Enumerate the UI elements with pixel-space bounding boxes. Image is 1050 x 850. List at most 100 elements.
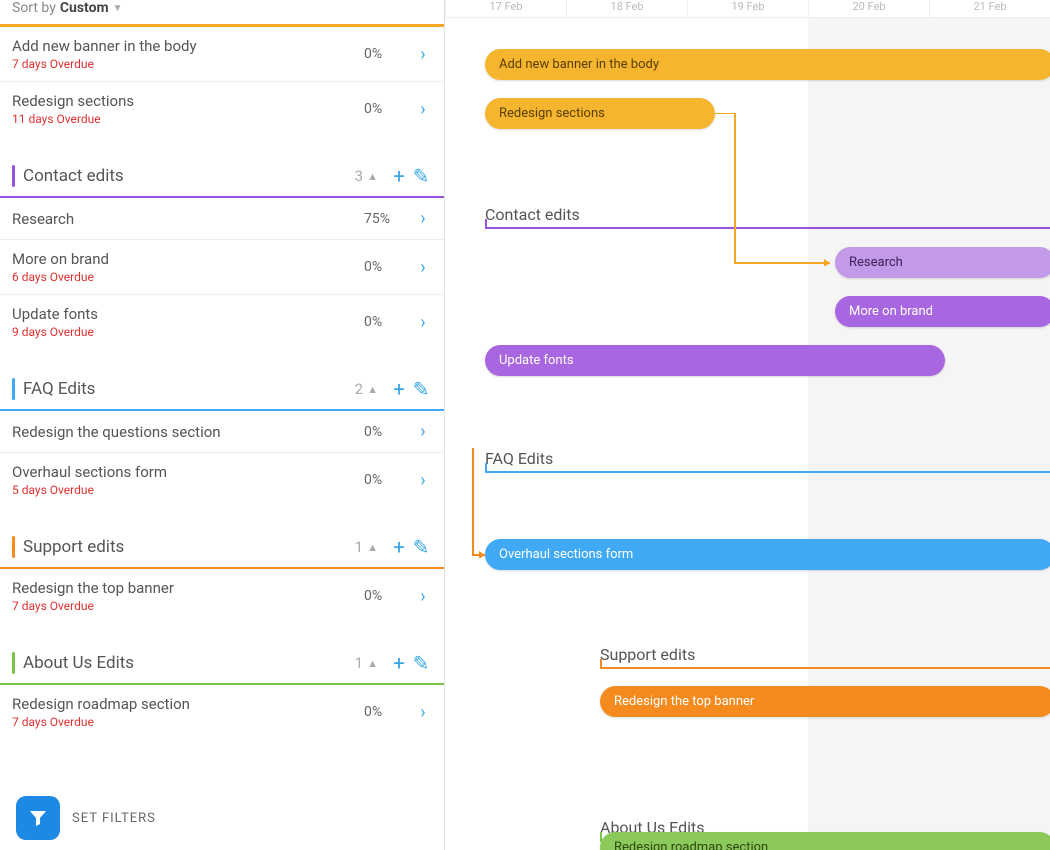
- task-row[interactable]: Redesign sections11 days Overdue0%›: [0, 81, 444, 136]
- overdue-label: 9 days Overdue: [12, 325, 364, 339]
- add-task-button[interactable]: +: [388, 164, 410, 188]
- group-count: 2: [355, 380, 363, 398]
- sort-label: Sort by: [12, 0, 56, 16]
- task-name: More on brand6 days Overdue: [12, 250, 364, 284]
- group-color-bar: [12, 165, 15, 187]
- group-count: 1: [355, 538, 363, 556]
- date-cell: 19 Feb: [687, 0, 808, 17]
- gantt-group-line: [600, 667, 1050, 669]
- caret-up-icon: ▲: [367, 657, 378, 670]
- group-support: Support edits 1 ▲ + ✎ Redesign the top b…: [0, 527, 444, 623]
- group-contact: Contact edits 3 ▲ + ✎ Research75%›More o…: [0, 156, 444, 349]
- group-title: FAQ Edits: [23, 379, 355, 399]
- add-task-button[interactable]: +: [388, 651, 410, 675]
- date-cell: 20 Feb: [808, 0, 929, 17]
- chevron-right-icon[interactable]: ›: [414, 257, 432, 278]
- gantt-bar[interactable]: Overhaul sections form: [485, 539, 1050, 570]
- gantt-bar[interactable]: Redesign the top banner: [600, 686, 1050, 717]
- group-title: Contact edits: [23, 166, 355, 186]
- task-row[interactable]: Research75%›: [0, 198, 444, 239]
- timeline-body[interactable]: Contact editsFAQ EditsSupport editsAbout…: [445, 18, 1050, 848]
- edit-group-button[interactable]: ✎: [410, 535, 432, 559]
- task-progress: 0%: [364, 259, 414, 275]
- task-row[interactable]: Redesign roadmap section7 days Overdue0%…: [0, 685, 444, 739]
- task-name: Add new banner in the body7 days Overdue: [12, 37, 364, 71]
- task-name: Update fonts9 days Overdue: [12, 305, 364, 339]
- group-header-about[interactable]: About Us Edits 1 ▲ + ✎: [0, 643, 444, 685]
- overdue-label: 6 days Overdue: [12, 270, 364, 284]
- edit-group-button[interactable]: ✎: [410, 377, 432, 401]
- task-row[interactable]: Redesign the questions section0%›: [0, 411, 444, 452]
- gantt-bar[interactable]: Research: [835, 247, 1050, 278]
- task-row[interactable]: Overhaul sections form5 days Overdue0%›: [0, 452, 444, 507]
- gantt-group-line: [485, 471, 1050, 473]
- task-name: Redesign roadmap section7 days Overdue: [12, 695, 364, 729]
- task-name: Redesign sections11 days Overdue: [12, 92, 364, 126]
- gantt-bar[interactable]: Redesign sections: [485, 98, 715, 129]
- set-filters-button[interactable]: SET FILTERS: [16, 796, 156, 840]
- task-name: Research: [12, 210, 364, 228]
- caret-up-icon: ▲: [367, 383, 378, 396]
- task-list-panel: Sort by Custom ▼ Add new banner in the b…: [0, 0, 445, 850]
- group-count: 3: [355, 167, 363, 185]
- group-header-contact[interactable]: Contact edits 3 ▲ + ✎: [0, 156, 444, 198]
- chevron-right-icon[interactable]: ›: [414, 99, 432, 120]
- dependency-line: [715, 113, 850, 266]
- group-top: Add new banner in the body7 days Overdue…: [0, 24, 444, 136]
- filter-icon: [16, 796, 60, 840]
- chevron-right-icon[interactable]: ›: [414, 208, 432, 229]
- overdue-label: 7 days Overdue: [12, 715, 364, 729]
- overdue-label: 11 days Overdue: [12, 112, 364, 126]
- overdue-label: 5 days Overdue: [12, 483, 364, 497]
- filter-label: SET FILTERS: [72, 811, 156, 826]
- task-row[interactable]: Update fonts9 days Overdue0%›: [0, 294, 444, 349]
- task-row[interactable]: More on brand6 days Overdue0%›: [0, 239, 444, 294]
- task-progress: 0%: [364, 424, 414, 440]
- chevron-right-icon[interactable]: ›: [414, 470, 432, 491]
- group-header-faq[interactable]: FAQ Edits 2 ▲ + ✎: [0, 369, 444, 411]
- sort-control[interactable]: Sort by Custom ▼: [0, 0, 444, 24]
- gantt-bar[interactable]: Update fonts: [485, 345, 945, 376]
- group-color-bar: [12, 378, 15, 400]
- sort-value: Custom: [60, 0, 109, 16]
- add-task-button[interactable]: +: [388, 535, 410, 559]
- chevron-right-icon[interactable]: ›: [414, 421, 432, 442]
- gantt-bar[interactable]: Add new banner in the body: [485, 49, 1050, 80]
- edit-group-button[interactable]: ✎: [410, 164, 432, 188]
- task-progress: 0%: [364, 472, 414, 488]
- overdue-label: 7 days Overdue: [12, 57, 364, 71]
- task-progress: 0%: [364, 588, 414, 604]
- gantt-group-label: Contact edits: [485, 205, 580, 224]
- chevron-right-icon[interactable]: ›: [414, 702, 432, 723]
- edit-group-button[interactable]: ✎: [410, 651, 432, 675]
- task-progress: 75%: [364, 211, 414, 227]
- date-cell: 21 Feb: [929, 0, 1050, 17]
- date-cell: 18 Feb: [566, 0, 687, 17]
- caret-up-icon: ▲: [367, 541, 378, 554]
- dependency-line: [463, 448, 493, 558]
- date-cell: 17 Feb: [445, 0, 566, 17]
- group-title: Support edits: [23, 537, 355, 557]
- group-color-bar: [12, 536, 15, 558]
- add-task-button[interactable]: +: [388, 377, 410, 401]
- task-row[interactable]: Redesign the top banner7 days Overdue0%›: [0, 569, 444, 623]
- overdue-label: 7 days Overdue: [12, 599, 364, 613]
- task-row[interactable]: Add new banner in the body7 days Overdue…: [0, 27, 444, 81]
- chevron-right-icon[interactable]: ›: [414, 586, 432, 607]
- gantt-bar[interactable]: More on brand: [835, 296, 1050, 327]
- task-progress: 0%: [364, 314, 414, 330]
- gantt-bar[interactable]: Redesign roadmap section: [600, 832, 1050, 850]
- group-color-bar: [12, 652, 15, 674]
- chevron-right-icon[interactable]: ›: [414, 312, 432, 333]
- chevron-right-icon[interactable]: ›: [414, 44, 432, 65]
- group-faq: FAQ Edits 2 ▲ + ✎ Redesign the questions…: [0, 369, 444, 507]
- gantt-panel: 17 Feb 18 Feb 19 Feb 20 Feb 21 Feb Conta…: [445, 0, 1050, 850]
- group-header-support[interactable]: Support edits 1 ▲ + ✎: [0, 527, 444, 569]
- task-name: Redesign the top banner7 days Overdue: [12, 579, 364, 613]
- task-progress: 0%: [364, 704, 414, 720]
- caret-up-icon: ▲: [367, 170, 378, 183]
- group-title: About Us Edits: [23, 653, 355, 673]
- task-progress: 0%: [364, 46, 414, 62]
- task-progress: 0%: [364, 101, 414, 117]
- group-about: About Us Edits 1 ▲ + ✎ Redesign roadmap …: [0, 643, 444, 739]
